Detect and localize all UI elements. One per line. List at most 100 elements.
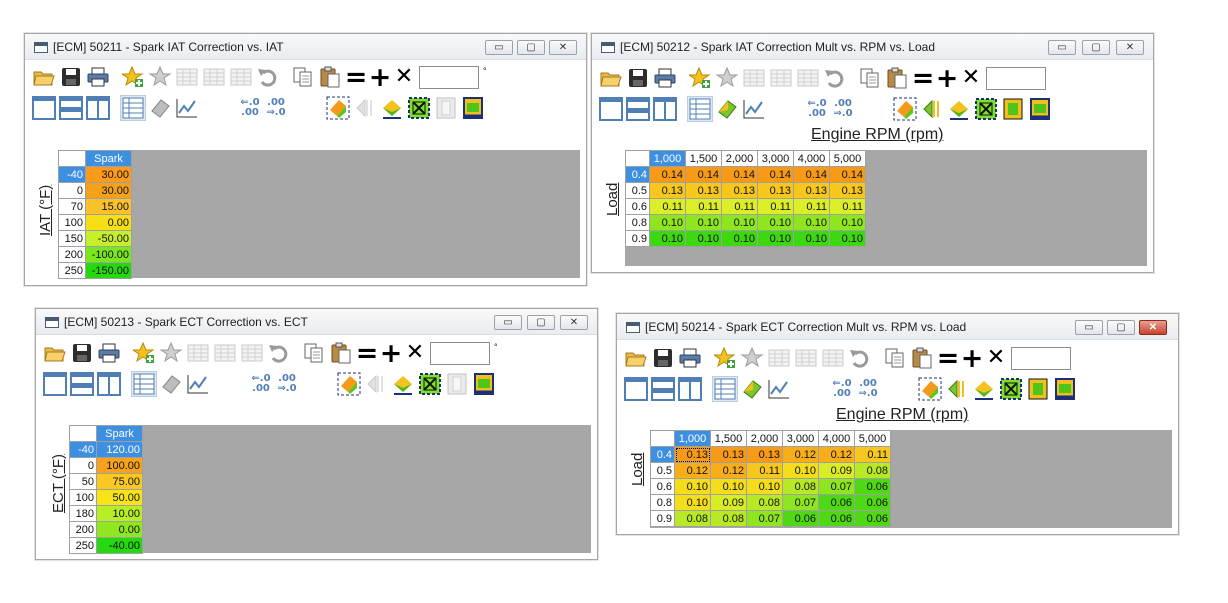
fill-icon[interactable] (444, 371, 470, 397)
undo-icon[interactable] (847, 345, 873, 371)
row-header[interactable]: 180 (69, 505, 97, 522)
undo-icon[interactable] (255, 64, 281, 90)
single-view-icon[interactable] (42, 371, 68, 397)
row-header[interactable]: 50 (69, 473, 97, 490)
set-equal-icon[interactable]: = (911, 64, 935, 92)
table-icon[interactable] (766, 345, 792, 371)
add-icon[interactable]: + (379, 339, 403, 367)
close-button[interactable]: ✕ (560, 315, 588, 330)
highlight-icon[interactable] (460, 95, 486, 121)
table-cell[interactable]: 0.10 (757, 214, 794, 231)
table-cell[interactable]: 0.13 (710, 446, 747, 463)
table-cell[interactable]: 0.13 (649, 182, 686, 199)
table-cell[interactable]: 10.00 (96, 505, 143, 522)
row-header[interactable]: 0 (69, 457, 97, 474)
row-header[interactable]: 0.8 (650, 494, 675, 511)
table-cell[interactable]: 0.10 (649, 230, 686, 247)
table-cell[interactable]: 30.00 (85, 166, 132, 183)
split-vertical-icon[interactable] (96, 371, 122, 397)
column-header[interactable]: 5,000 (854, 430, 891, 447)
interpolate-icon[interactable] (998, 376, 1024, 402)
save-icon[interactable] (58, 64, 84, 90)
interpolate-icon[interactable] (406, 95, 432, 121)
set-equal-icon[interactable]: = (344, 63, 368, 91)
table-cell[interactable]: 0.10 (674, 494, 711, 511)
table-cell[interactable]: 0.11 (746, 462, 783, 479)
save-icon[interactable] (69, 340, 95, 366)
save-icon[interactable] (625, 65, 651, 91)
multiply-icon[interactable]: ✕ (392, 63, 416, 91)
table-cell[interactable]: 0.14 (829, 166, 866, 183)
table-cell[interactable]: 0.14 (685, 166, 722, 183)
table-cell[interactable]: 100.00 (96, 457, 143, 474)
row-header[interactable]: 0.9 (650, 510, 675, 527)
single-view-icon[interactable] (623, 376, 649, 402)
smooth-icon[interactable] (946, 96, 972, 122)
table-cell[interactable]: 0.13 (746, 446, 783, 463)
title-bar[interactable]: [ECM] 50212 - Spark IAT Correction Mult … (592, 34, 1153, 60)
table-icon[interactable] (239, 340, 265, 366)
smooth-icon[interactable] (390, 371, 416, 397)
single-view-icon[interactable] (598, 96, 624, 122)
table-cell[interactable]: 0.10 (649, 214, 686, 231)
table-cell[interactable]: 0.07 (818, 478, 855, 495)
print-icon[interactable] (652, 65, 678, 91)
table-view-icon[interactable] (712, 376, 738, 402)
table-cell[interactable]: -100.00 (85, 246, 132, 263)
table-cell[interactable]: 0.14 (793, 166, 830, 183)
table-cell[interactable]: -50.00 (85, 230, 132, 247)
table-icon[interactable] (820, 345, 846, 371)
split-vertical-icon[interactable] (652, 96, 678, 122)
table-icon[interactable] (228, 64, 254, 90)
table-icon[interactable] (795, 65, 821, 91)
print-icon[interactable] (96, 340, 122, 366)
table-cell[interactable]: 0.10 (685, 214, 722, 231)
row-header[interactable]: 0.4 (650, 446, 675, 463)
fold-icon[interactable] (363, 371, 389, 397)
table-cell[interactable]: -150.00 (85, 262, 132, 279)
split-vertical-icon[interactable] (85, 95, 111, 121)
color-map-icon[interactable] (892, 96, 918, 122)
row-header[interactable]: 250 (58, 262, 86, 279)
highlight-icon[interactable] (1052, 376, 1078, 402)
graph-icon[interactable] (741, 96, 767, 122)
maximize-button[interactable]: ▢ (517, 40, 545, 55)
table-cell[interactable]: 0.11 (721, 198, 758, 215)
value-input[interactable] (1011, 346, 1071, 370)
table-cell[interactable]: 0.13 (674, 446, 711, 463)
multiply-icon[interactable]: ✕ (403, 339, 427, 367)
row-header[interactable]: 0.4 (625, 166, 650, 183)
split-horizontal-icon[interactable] (625, 96, 651, 122)
column-header[interactable]: 4,000 (793, 150, 830, 167)
open-folder-icon[interactable] (598, 65, 624, 91)
favorite-add-icon[interactable] (712, 345, 738, 371)
row-header[interactable]: 100 (69, 489, 97, 506)
table-cell[interactable]: 0.12 (674, 462, 711, 479)
color-map-icon[interactable] (917, 376, 943, 402)
table-cell[interactable]: 120.00 (96, 441, 143, 458)
multiply-icon[interactable]: ✕ (959, 64, 983, 92)
maximize-button[interactable]: ▢ (1107, 320, 1135, 335)
undo-icon[interactable] (822, 65, 848, 91)
favorite-icon[interactable] (158, 340, 184, 366)
table-cell[interactable]: 50.00 (96, 489, 143, 506)
table-view-icon[interactable] (120, 95, 146, 121)
table-cell[interactable]: 30.00 (85, 182, 132, 199)
table-cell[interactable]: 0.13 (829, 182, 866, 199)
minimize-button[interactable]: ▭ (1048, 40, 1076, 55)
copy-icon[interactable] (857, 65, 883, 91)
minimize-button[interactable]: ▭ (494, 315, 522, 330)
table-cell[interactable]: 0.08 (854, 462, 891, 479)
minimize-button[interactable]: ▭ (485, 40, 513, 55)
set-equal-icon[interactable]: = (355, 339, 379, 367)
table-cell[interactable]: 0.14 (649, 166, 686, 183)
minimize-button[interactable]: ▭ (1075, 320, 1103, 335)
favorite-add-icon[interactable] (131, 340, 157, 366)
column-header[interactable]: 3,000 (782, 430, 819, 447)
table-cell[interactable]: 0.07 (782, 494, 819, 511)
row-header[interactable]: 250 (69, 537, 97, 554)
table-cell[interactable]: 0.06 (854, 478, 891, 495)
column-header[interactable]: 1,000 (649, 150, 686, 167)
table-view-icon[interactable] (687, 96, 713, 122)
print-icon[interactable] (677, 345, 703, 371)
